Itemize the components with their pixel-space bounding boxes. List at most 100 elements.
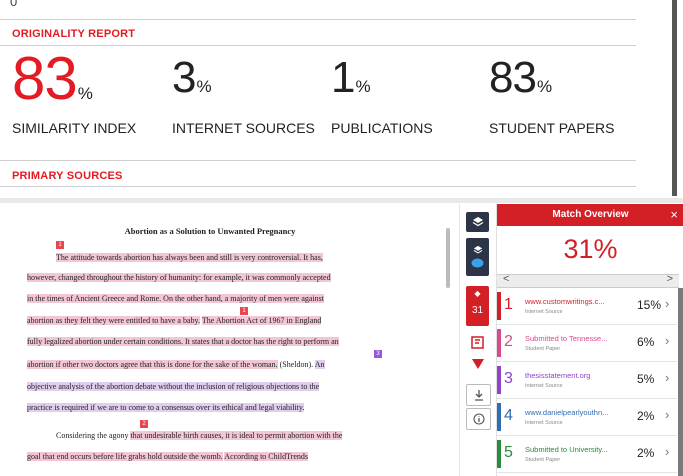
- match-overview-panel: Match Overview × 31% < > 1 www.customwri…: [496, 204, 683, 476]
- source-name: www.customwritings.c...: [525, 297, 605, 306]
- chevron-left-icon[interactable]: <: [503, 273, 509, 285]
- plain-text: Considering the: [56, 431, 107, 440]
- info-button[interactable]: [466, 408, 491, 430]
- similarity-index-value: 83: [12, 45, 78, 112]
- match-marker[interactable]: 2: [140, 420, 148, 428]
- similarity-index-stat: 83% SIMILARITY INDEX: [12, 49, 136, 137]
- source-item[interactable]: 5 Submitted to University... Student Pap…: [497, 436, 677, 473]
- flag-icon: [471, 335, 484, 349]
- match-marker[interactable]: 3: [374, 350, 382, 358]
- text-line: goal that end occurs before life grabs h…: [27, 450, 308, 463]
- source-type: Internet Source: [525, 383, 563, 389]
- citation-text: (Sheldon).: [279, 360, 314, 369]
- speech-bubble-icon: [471, 258, 484, 268]
- panel-title: Match Overview: [552, 209, 629, 220]
- matched-text[interactable]: in the times of Ancient Greece and Rome.…: [27, 294, 325, 303]
- panel-scrollbar[interactable]: [678, 288, 683, 476]
- source-name: Submitted to Tennesse...: [525, 334, 608, 343]
- internet-sources-label: INTERNET SOURCES: [172, 120, 315, 136]
- source-index: 1: [504, 296, 513, 313]
- match-count-button[interactable]: ◆ 31: [466, 286, 489, 326]
- source-index: 4: [504, 407, 513, 424]
- matched-text[interactable]: objective analysis of the abortion debat…: [27, 382, 320, 391]
- source-index: 3: [504, 370, 513, 387]
- text-line: practice is required if we are to come t…: [27, 401, 305, 414]
- publications-value: 1: [331, 53, 356, 102]
- matched-text[interactable]: The attitude towards abortion has always…: [56, 253, 323, 262]
- source-color-bar: [497, 366, 501, 394]
- report-title: ORIGINALITY REPORT: [12, 28, 136, 40]
- match-count: 31: [471, 305, 484, 316]
- text-line: objective analysis of the abortion debat…: [27, 380, 320, 393]
- panel-header: Match Overview ×: [497, 204, 683, 226]
- overall-match-percent: 31%: [563, 234, 618, 264]
- filter-icon: [471, 358, 484, 369]
- student-papers-value: 83: [489, 53, 537, 102]
- source-name: www.danielpearlyouthn...: [525, 408, 609, 417]
- chevron-right-icon[interactable]: ›: [665, 370, 669, 385]
- source-index: 2: [504, 333, 513, 350]
- divider: [0, 160, 636, 161]
- text-line: The attitude towards abortion has always…: [56, 251, 323, 264]
- document-pane[interactable]: Abortion as a Solution to Unwanted Pregn…: [0, 204, 450, 476]
- source-name: thesisstatement.org: [525, 371, 591, 380]
- layers-button[interactable]: [466, 212, 489, 232]
- section-divider: [0, 198, 683, 203]
- source-item[interactable]: 1 www.customwritings.c... Internet Sourc…: [497, 288, 677, 325]
- publications-stat: 1% PUBLICATIONS: [331, 53, 433, 137]
- matched-text[interactable]: that undesirable birth causes, it is ide…: [130, 431, 343, 440]
- chevron-right-icon[interactable]: ›: [665, 296, 669, 311]
- source-percent: 2%: [637, 409, 655, 423]
- text-line: fully legalized abortion under certain c…: [27, 335, 339, 348]
- matched-text[interactable]: The Abortion Act of 1967 in England: [201, 316, 322, 325]
- source-item[interactable]: 3 thesisstatement.org Internet Source 5%…: [497, 362, 677, 399]
- chevron-right-icon[interactable]: >: [667, 273, 673, 285]
- source-item[interactable]: 2 Submitted to Tennesse... Student Paper…: [497, 325, 677, 362]
- source-type: Student Paper: [525, 346, 561, 352]
- source-color-bar: [497, 440, 501, 468]
- similarity-index-label: SIMILARITY INDEX: [12, 120, 137, 136]
- layers-icon: [473, 245, 482, 254]
- matched-text[interactable]: An: [314, 360, 325, 369]
- source-item[interactable]: 4 www.danielpearlyouthn... Internet Sour…: [497, 399, 677, 436]
- download-button[interactable]: [466, 384, 491, 406]
- matched-text[interactable]: goal that end occurs before life grabs h…: [27, 452, 223, 461]
- flag-button[interactable]: [466, 332, 489, 352]
- matched-text[interactable]: abortion if other two doctors agree that…: [27, 360, 278, 369]
- match-marker[interactable]: 1: [56, 241, 64, 249]
- document-title: Abortion as a Solution to Unwanted Pregn…: [124, 226, 296, 236]
- source-index: 5: [504, 444, 513, 461]
- layers-icon: [472, 217, 483, 227]
- document-scrollbar[interactable]: [446, 228, 450, 288]
- student-papers-label: STUDENT PAPERS: [489, 120, 615, 136]
- source-percent: 15%: [637, 298, 662, 312]
- percent-unit: %: [355, 77, 371, 96]
- comments-button[interactable]: [466, 238, 489, 276]
- source-percent: 6%: [637, 335, 655, 349]
- download-icon: [474, 390, 483, 401]
- percent-unit: %: [536, 77, 553, 96]
- source-type: Internet Source: [525, 420, 563, 426]
- side-toolbar: ◆ 31: [459, 204, 496, 476]
- cut-off-text: 0: [10, 0, 18, 9]
- matched-text[interactable]: According to ChildTrends: [224, 452, 308, 461]
- filter-button[interactable]: [466, 354, 489, 374]
- window-edge: [672, 0, 677, 196]
- text-line: abortion if other two doctors agree that…: [27, 358, 325, 371]
- divider: [0, 19, 636, 20]
- source-type: Student Paper: [525, 457, 561, 463]
- internet-sources-value: 3: [172, 53, 197, 102]
- text-line: in the times of Ancient Greece and Rome.…: [27, 292, 325, 305]
- matched-text[interactable]: however, changed throughout the history …: [27, 273, 331, 282]
- document-viewer: Abortion as a Solution to Unwanted Pregn…: [0, 198, 683, 476]
- text-line: abortion as they felt they were entitled…: [27, 314, 322, 327]
- matched-text[interactable]: fully legalized abortion under certain c…: [27, 337, 339, 346]
- divider: [0, 45, 636, 46]
- matched-text[interactable]: abortion as they felt they were entitled…: [27, 316, 200, 325]
- chevron-right-icon[interactable]: ›: [665, 407, 669, 422]
- close-icon[interactable]: ×: [670, 204, 678, 226]
- chevron-right-icon[interactable]: ›: [665, 444, 669, 459]
- chevron-right-icon[interactable]: ›: [665, 333, 669, 348]
- percent-unit: %: [77, 84, 93, 103]
- matched-text[interactable]: practice is required if we are to come t…: [27, 403, 305, 412]
